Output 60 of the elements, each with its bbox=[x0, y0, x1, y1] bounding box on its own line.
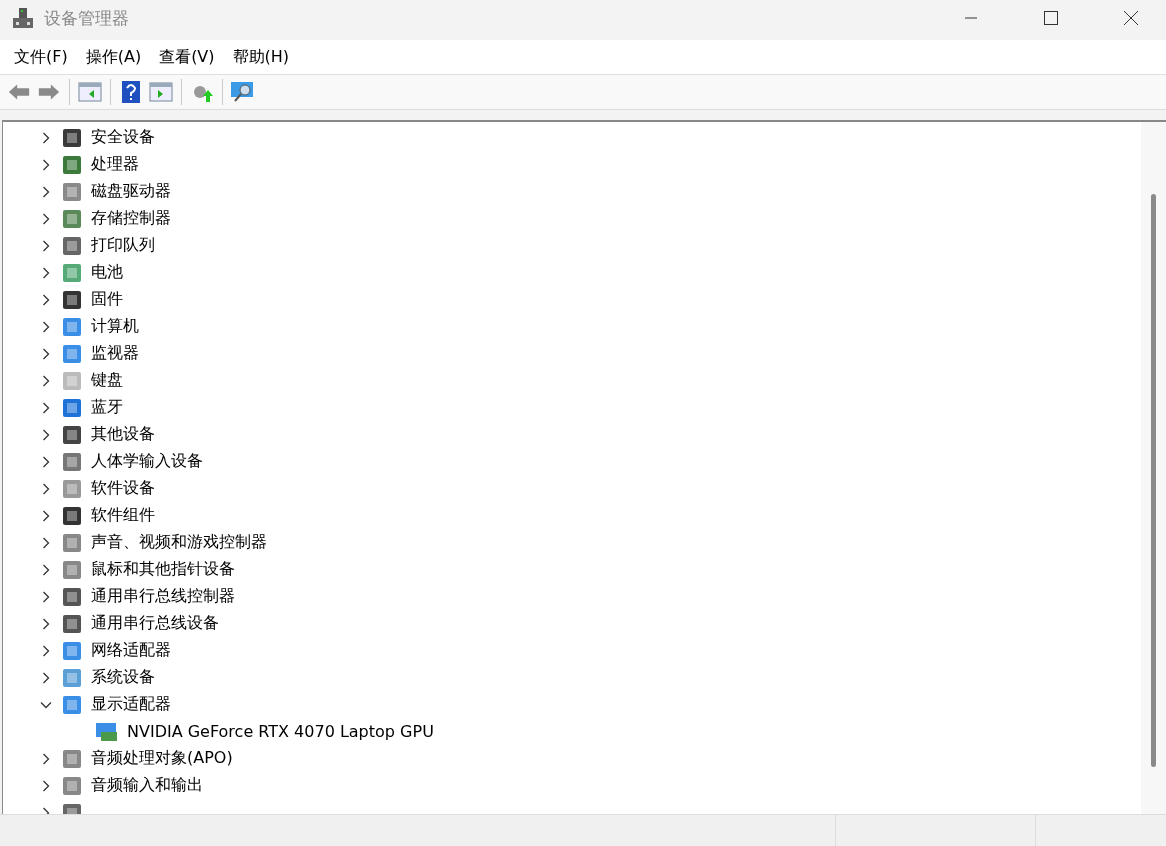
scrollbar[interactable] bbox=[1141, 122, 1166, 814]
menu-item[interactable]: 文件(F) bbox=[6, 46, 76, 68]
tree-item[interactable]: 显示适配器 bbox=[91, 694, 171, 715]
device-icon bbox=[61, 774, 83, 797]
tree-item[interactable]: 监视器 bbox=[91, 343, 139, 364]
device-icon bbox=[61, 450, 83, 473]
device-icon bbox=[61, 666, 83, 689]
device-icon bbox=[61, 261, 83, 284]
tree-item[interactable]: 通用串行总线控制器 bbox=[91, 586, 235, 607]
device-icon bbox=[61, 369, 83, 392]
close-icon[interactable] bbox=[1123, 10, 1139, 26]
device-icon bbox=[61, 693, 83, 716]
device-icon bbox=[61, 423, 83, 446]
menu-item[interactable]: 查看(V) bbox=[151, 46, 223, 68]
tree-item[interactable]: 磁盘驱动器 bbox=[91, 181, 171, 202]
tree-item[interactable]: 打印队列 bbox=[91, 235, 155, 256]
tree-item[interactable]: 存储控制器 bbox=[91, 208, 171, 229]
tree-item[interactable]: 人体学输入设备 bbox=[91, 451, 203, 472]
tree-item[interactable]: 音频处理对象(APO) bbox=[91, 748, 233, 769]
device-icon bbox=[61, 126, 83, 149]
tree-item[interactable]: 安全设备 bbox=[91, 127, 155, 148]
device-manager-icon bbox=[12, 7, 34, 29]
display-adapter-icon bbox=[95, 721, 119, 742]
device-icon bbox=[61, 396, 83, 419]
device-icon bbox=[61, 180, 83, 203]
tree-item[interactable]: 软件组件 bbox=[91, 505, 155, 526]
tree-item[interactable]: 电池 bbox=[91, 262, 123, 283]
tree-item[interactable]: 键盘 bbox=[91, 370, 123, 391]
device-icon bbox=[61, 477, 83, 500]
tree-item[interactable]: 声音、视频和游戏控制器 bbox=[91, 532, 267, 553]
device-icon bbox=[61, 747, 83, 770]
device-icon bbox=[61, 612, 83, 635]
menu-item[interactable]: 帮助(H) bbox=[224, 46, 298, 68]
device-icon bbox=[61, 234, 83, 257]
device-icon bbox=[61, 531, 83, 554]
device-icon bbox=[61, 288, 83, 311]
device-icon bbox=[61, 342, 83, 365]
tree-item[interactable]: 固件 bbox=[91, 289, 123, 310]
maximize-icon[interactable] bbox=[1043, 10, 1059, 26]
device-icon bbox=[61, 585, 83, 608]
tree-item[interactable]: 蓝牙 bbox=[91, 397, 123, 418]
device-icon bbox=[61, 504, 83, 527]
tree-item[interactable]: 其他设备 bbox=[91, 424, 155, 445]
tree-item[interactable]: 处理器 bbox=[91, 154, 139, 175]
menu-item[interactable]: 操作(A) bbox=[77, 46, 150, 68]
window-title: 设备管理器 bbox=[44, 6, 130, 30]
tree-item[interactable]: 网络适配器 bbox=[91, 640, 171, 661]
device-icon bbox=[61, 153, 83, 176]
window-pane-icon[interactable] bbox=[77, 79, 103, 105]
device-icon bbox=[61, 558, 83, 581]
device-icon bbox=[61, 315, 83, 338]
device-icon bbox=[61, 639, 83, 662]
device-icon bbox=[61, 207, 83, 230]
tree-item[interactable]: 计算机 bbox=[91, 316, 139, 337]
tree-item[interactable]: NVIDIA GeForce RTX 4070 Laptop GPU bbox=[127, 722, 434, 741]
tree-item[interactable]: 音频输入和输出 bbox=[91, 775, 203, 796]
tree-item[interactable]: 系统设备 bbox=[91, 667, 155, 688]
tree-item[interactable]: 鼠标和其他指针设备 bbox=[91, 559, 235, 580]
tree-item[interactable]: 通用串行总线设备 bbox=[91, 613, 219, 634]
tree-item[interactable]: 软件设备 bbox=[91, 478, 155, 499]
